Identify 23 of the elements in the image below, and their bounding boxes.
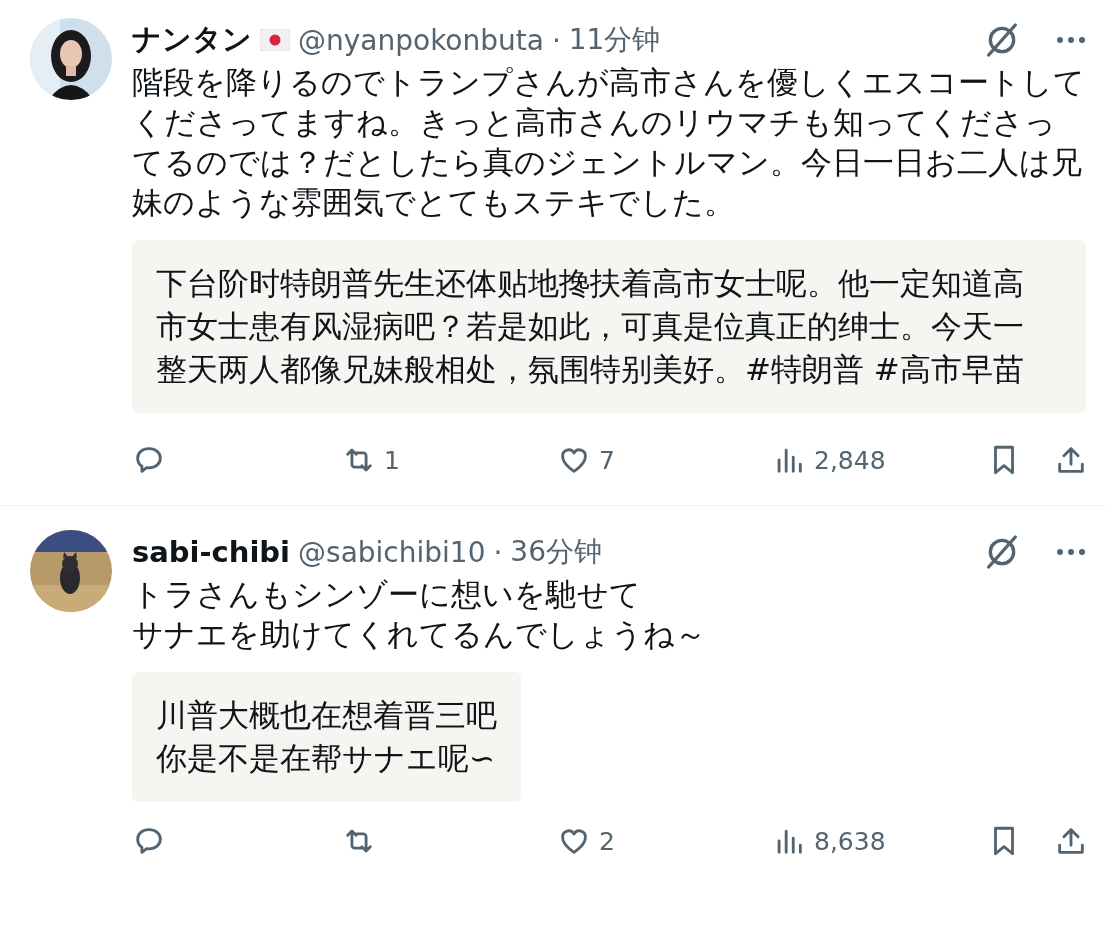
more-icon bbox=[1056, 548, 1086, 556]
translation-text: 你是不是在帮サナエ呢∽ bbox=[156, 739, 496, 778]
author-handle[interactable]: @nyanpokonbuta bbox=[298, 23, 544, 57]
translation-text: 下台阶时特朗普先生还体贴地搀扶着高市女士呢。他一定知道高市女士患有风湿病吧？若是如此，可真是位真正的绅士。今天一整天两人都像兄妹般相处，氛围特别美好。#特朗普 #高市早苗 bbox=[156, 264, 1025, 389]
post-text: 階段を降りるのでトランプさんが高市さんを優しくエスコートしてくださってますね。きっと高市さんのリウマチも知ってくださってるのでは？だとしたら真のジェントルマン。今日一日お二人は兄妹のような雰囲気でとてもステキでした。 bbox=[132, 63, 1086, 222]
views-button[interactable]: 8,638 bbox=[772, 824, 987, 858]
more-icon bbox=[1056, 36, 1086, 44]
separator-dot: · bbox=[551, 23, 561, 57]
like-button[interactable]: 2 bbox=[557, 824, 772, 858]
post-time[interactable]: 11分钟 bbox=[568, 21, 661, 59]
author-name[interactable]: ナンタン bbox=[132, 20, 252, 60]
translation-text: 川普大概也在想着晋三吧 bbox=[156, 696, 497, 735]
post-text: サナエを助けてくれてるんでしょうね～ bbox=[132, 615, 707, 654]
more-button[interactable] bbox=[1056, 36, 1086, 44]
author-handle[interactable]: @sabichibi10 bbox=[298, 535, 486, 569]
more-button[interactable] bbox=[1056, 548, 1086, 556]
post-time[interactable]: 36分钟 bbox=[510, 533, 602, 571]
post-text: トラさんもシンゾーに想いを馳せて bbox=[132, 575, 642, 614]
repost-button[interactable]: 1 bbox=[342, 443, 557, 477]
like-button[interactable]: 7 bbox=[557, 443, 772, 477]
author-name[interactable]: sabi-chibi bbox=[132, 535, 291, 569]
separator-dot: · bbox=[493, 535, 503, 569]
views-button[interactable]: 2,848 bbox=[772, 443, 987, 477]
